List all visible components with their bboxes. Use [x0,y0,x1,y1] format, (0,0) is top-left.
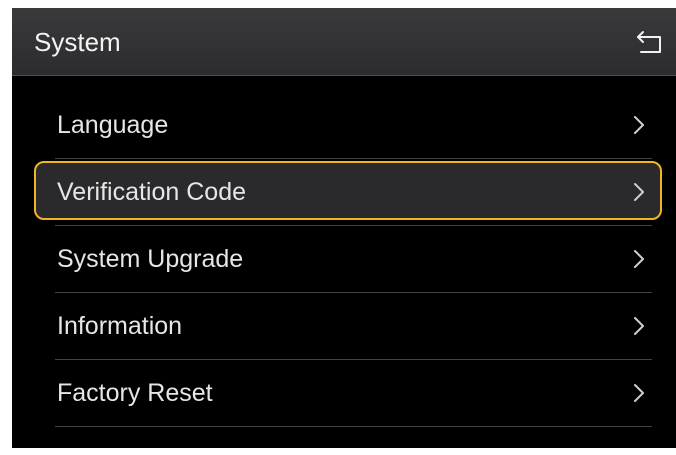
chevron-right-icon [634,384,644,402]
chevron-right-icon [634,317,644,335]
settings-menu: Language Verification Code System Upgrad… [12,92,676,427]
menu-item-factory-reset[interactable]: Factory Reset [12,360,676,427]
menu-item-language[interactable]: Language [12,92,676,159]
menu-item-label: Verification Code [57,178,247,206]
menu-item-label: Language [57,111,169,139]
menu-item-verification-code[interactable]: Verification Code [12,159,676,226]
chevron-right-icon [634,183,644,201]
back-arrow-icon [637,31,661,53]
menu-item-label: Information [57,312,183,340]
menu-item-label: Factory Reset [57,379,213,407]
menu-item-label: System Upgrade [57,245,244,273]
back-button[interactable] [632,24,668,60]
header-bar: System [12,8,676,76]
divider [55,426,652,427]
chevron-right-icon [634,250,644,268]
page-title: System [34,27,121,57]
chevron-right-icon [634,116,644,134]
system-screen: System Language Verification Code System… [12,8,676,448]
menu-item-information[interactable]: Information [12,293,676,360]
menu-item-system-upgrade[interactable]: System Upgrade [12,226,676,293]
